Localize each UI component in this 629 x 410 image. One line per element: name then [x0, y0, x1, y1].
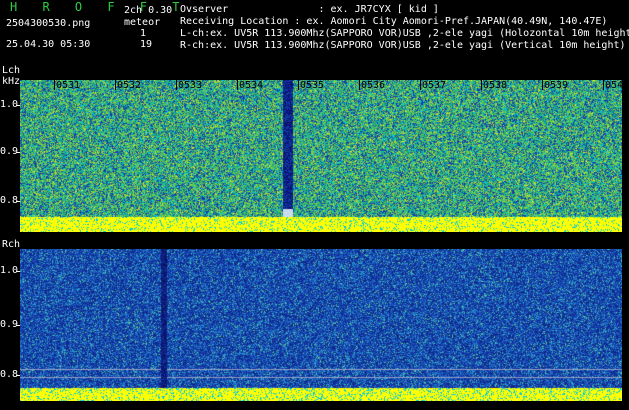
lch-xtick-label: 0538: [483, 80, 508, 91]
lch-xtick-label: 0540: [605, 80, 629, 91]
lch-xtick-mark: [237, 80, 238, 90]
lch-label: Lch: [2, 65, 21, 76]
meteor-label: meteor: [124, 17, 161, 28]
lch-xtick-mark: [420, 80, 421, 90]
lch-xtick-mark: [542, 80, 543, 90]
lch-xtick-label: 0533: [178, 80, 203, 91]
lch-xtick-label: 0537: [422, 80, 447, 91]
lch-xtick-mark: [603, 80, 604, 90]
lch-xtick-mark: [359, 80, 360, 90]
lch-xtick-label: 0531: [56, 80, 81, 91]
lch-xtick-label: 0536: [361, 80, 386, 91]
lch-xtick-mark: [481, 80, 482, 90]
lch-spectrogram: [20, 80, 622, 232]
lch-xtick-label: 0532: [117, 80, 142, 91]
meteor-count-rch: 19: [140, 39, 153, 50]
observer-line: Ovserver : ex. JR7CYX [ kid ]: [180, 4, 439, 15]
location-line: Receiving Location : ex. Aomori City Aom…: [180, 16, 608, 27]
lch-xtick-mark: [54, 80, 55, 90]
lch-xtick-mark: [115, 80, 116, 90]
lch-unit-label: kHz: [2, 76, 21, 87]
rch-spectrogram: [20, 249, 622, 401]
rch-waterfall: [20, 249, 622, 401]
lch-xtick-label: 0539: [544, 80, 569, 91]
lch-xtick-mark: [298, 80, 299, 90]
datetime: 25.04.30 05:30: [6, 39, 91, 50]
lch-waterfall: [20, 80, 622, 232]
rch-label: Rch: [2, 239, 21, 250]
lch-xtick-mark: [176, 80, 177, 90]
lch-info-line: L-ch:ex. UV5R 113.900Mhz(SAPPORO VOR)USB…: [180, 28, 629, 39]
lch-xtick-label: 0534: [239, 80, 264, 91]
meteor-count-lch: 1: [140, 28, 147, 39]
version-label: 2ch 0.30: [124, 5, 173, 16]
lch-xtick-label: 0535: [300, 80, 325, 91]
rch-info-line: R-ch:ex. UV5R 113.900Mhz(SAPPORO VOR)USB…: [180, 40, 626, 51]
filename: 2504300530.png: [6, 18, 91, 29]
